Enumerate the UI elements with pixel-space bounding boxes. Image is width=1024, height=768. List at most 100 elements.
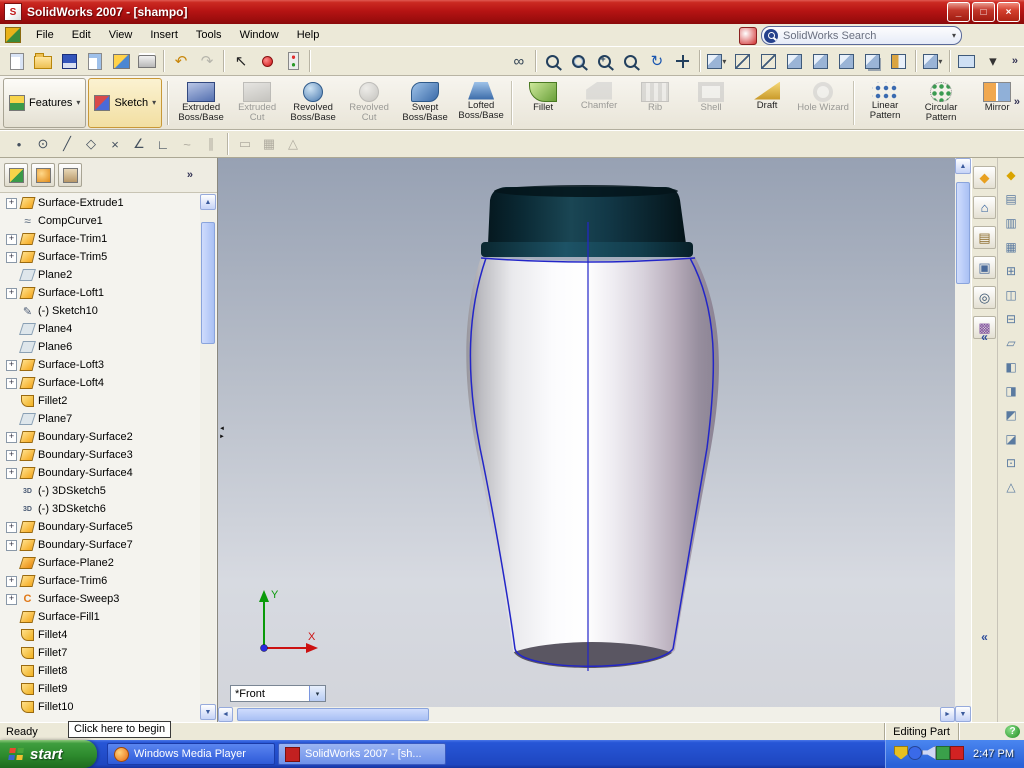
tree-item[interactable]: + Boundary-Surface4 [0, 464, 198, 482]
record-macro-button[interactable] [254, 48, 280, 74]
thicken-button[interactable]: △ [1000, 476, 1022, 497]
tree-item[interactable]: Fillet8 [0, 662, 198, 680]
tree-item[interactable]: + Surface-Loft3 [0, 356, 198, 374]
model-canvas[interactable] [218, 158, 955, 722]
cm-draft-button[interactable]: Draft [739, 78, 795, 128]
design-tree-tab[interactable] [4, 163, 28, 187]
offset-surface-button[interactable]: ◧ [1000, 356, 1022, 377]
solidworks-tray-icon[interactable] [950, 745, 965, 760]
menu-view[interactable]: View [100, 26, 142, 44]
hidden-lines-visible-button[interactable] [756, 48, 782, 74]
tree-item[interactable]: Surface-Fill1 [0, 608, 198, 626]
trim-entities-button[interactable]: × [104, 133, 126, 155]
expand-icon[interactable]: + [6, 449, 17, 461]
zoom-to-area-button[interactable] [566, 48, 592, 74]
viewport-hscrollbar[interactable]: ◄ ► [218, 707, 955, 722]
scroll-right-icon[interactable]: ► [940, 707, 955, 722]
help-icon[interactable]: ? [1005, 725, 1020, 738]
tree-item[interactable]: Fillet10 [0, 698, 198, 716]
wireframe-button[interactable] [730, 48, 756, 74]
panel-expand-icon[interactable]: » [187, 169, 193, 181]
trim-surface-button[interactable]: ◪ [1000, 428, 1022, 449]
menu-edit[interactable]: Edit [63, 26, 100, 44]
view-orientation-button[interactable]: ▾ [920, 48, 946, 74]
task-pane-collapse-icon[interactable]: « [972, 330, 997, 344]
toolbar-overflow-icon[interactable]: » [1012, 55, 1018, 67]
shaded-with-edges-button[interactable] [808, 48, 834, 74]
tab-sketch[interactable]: Sketch ▾ [88, 77, 163, 128]
new-document-button[interactable] [4, 48, 30, 74]
scroll-down-icon[interactable]: ▼ [955, 706, 971, 722]
task-pane-collapse2-icon[interactable]: « [972, 630, 997, 644]
point-button[interactable]: • [8, 133, 30, 155]
file-explorer-button[interactable]: ▣ [973, 256, 996, 279]
extend-surface-button[interactable]: ◩ [1000, 404, 1022, 425]
tree-item[interactable]: + Boundary-Surface5 [0, 518, 198, 536]
line-button[interactable]: ╱ [56, 133, 78, 155]
bottle-cap[interactable] [481, 185, 693, 257]
cm-swept-boss-base-button[interactable]: Swept Boss/Base [397, 78, 453, 128]
tree-item[interactable]: Surface-Plane2 [0, 554, 198, 572]
tree-item[interactable]: + Surface-Trim5 [0, 248, 198, 266]
sketch-dropdown-icon[interactable]: ▾ [152, 98, 156, 107]
shadows-in-shaded-mode-button[interactable] [860, 48, 886, 74]
cm-rib-button[interactable]: Rib [627, 78, 683, 128]
cm-extruded-cut-button[interactable]: Extruded Cut [229, 78, 285, 128]
boundary-surface-button[interactable]: ◫ [1000, 284, 1022, 305]
taskbar-task-2[interactable]: SolidWorks 2007 - [sh... [278, 743, 446, 765]
expand-icon[interactable]: + [6, 593, 17, 605]
network-icon[interactable] [936, 745, 951, 760]
menu-tools[interactable]: Tools [187, 26, 231, 44]
tree-item[interactable]: (-) Sketch10 [0, 302, 198, 320]
save-button[interactable] [56, 48, 82, 74]
tree-item[interactable]: Fillet7 [0, 644, 198, 662]
convert-entities-button[interactable]: △ [282, 133, 304, 155]
hscroll-track[interactable] [233, 707, 940, 722]
expand-icon[interactable]: + [6, 359, 17, 371]
search-results-button[interactable]: ◎ [973, 286, 996, 309]
tree-item[interactable]: + Surface-Trim1 [0, 230, 198, 248]
tree-item[interactable]: Fillet2 [0, 392, 198, 410]
redo-button[interactable]: ↷ [194, 48, 220, 74]
make-assembly-from-part-button[interactable] [108, 48, 134, 74]
menu-file[interactable]: File [27, 26, 63, 44]
hidden-lines-removed-button[interactable] [782, 48, 808, 74]
circle-button[interactable]: ⊙ [32, 133, 54, 155]
search-box[interactable]: SolidWorks Search ▾ [761, 26, 962, 45]
print-button[interactable] [134, 48, 160, 74]
hscroll-thumb[interactable] [237, 708, 429, 721]
tree-scrollbar[interactable]: ▲ ▼ [200, 194, 216, 720]
expand-icon[interactable]: + [6, 467, 17, 479]
swept-surface-button[interactable]: ▦ [1000, 236, 1022, 257]
rebuild-button[interactable] [280, 48, 306, 74]
cm-fillet-button[interactable]: Fillet [515, 78, 571, 128]
pan-button[interactable] [670, 48, 696, 74]
extruded-surface-button[interactable]: ▤ [1000, 188, 1022, 209]
toolbar-options-button[interactable]: ▾ [980, 48, 1006, 74]
sketch-angle-button[interactable]: ∠ [128, 133, 150, 155]
search-helper-icon[interactable] [739, 26, 757, 45]
tree-item[interactable]: + Surface-Loft4 [0, 374, 198, 392]
close-button[interactable]: × [997, 2, 1020, 22]
messenger-icon[interactable] [908, 745, 923, 760]
zoom-to-fit-button[interactable] [540, 48, 566, 74]
instant3d-button[interactable]: ◆ [1000, 164, 1022, 185]
tree-item[interactable]: + Boundary-Surface3 [0, 446, 198, 464]
tree-item[interactable]: + Surface-Loft1 [0, 284, 198, 302]
tree-item[interactable]: + Surface-Sweep3 [0, 590, 198, 608]
minimize-button[interactable]: _ [947, 2, 970, 22]
tree-item[interactable]: Fillet4 [0, 626, 198, 644]
restore-button[interactable]: □ [972, 2, 995, 22]
tree-item[interactable]: + Surface-Extrude1 [0, 194, 198, 212]
vscroll-thumb[interactable] [956, 182, 970, 284]
tree-item[interactable]: Fillet9 [0, 680, 198, 698]
view-selector[interactable]: *Front ▾ [230, 685, 326, 702]
undo-button[interactable]: ↶ [168, 48, 194, 74]
property-manager-tab[interactable] [31, 163, 55, 187]
zoom-in-out-button[interactable] [592, 48, 618, 74]
volume-icon[interactable] [922, 745, 937, 760]
section-view-button[interactable] [886, 48, 912, 74]
expand-icon[interactable]: + [6, 521, 17, 533]
cm-chamfer-button[interactable]: Chamfer [571, 78, 627, 128]
shaded-button[interactable] [834, 48, 860, 74]
